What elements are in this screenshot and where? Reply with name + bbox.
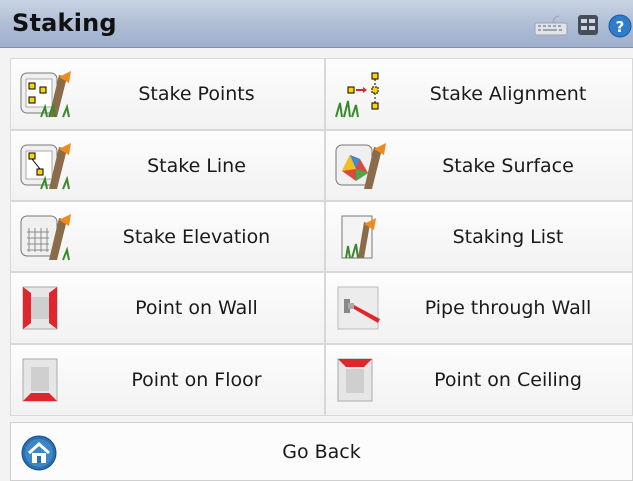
point-on-floor-button[interactable]: Point on Floor xyxy=(10,344,325,416)
point-on-wall-label: Point on Wall xyxy=(135,297,258,319)
staking-list-icon xyxy=(341,215,376,259)
stake-surface-button[interactable]: Stake Surface xyxy=(325,130,633,201)
go-back-label: Go Back xyxy=(282,440,361,463)
point-on-ceiling-icon xyxy=(337,358,373,402)
stake-points-button[interactable]: Stake Points xyxy=(10,58,325,130)
stake-elevation-button[interactable]: Stake Elevation xyxy=(10,201,325,272)
stake-elevation-icon xyxy=(20,214,71,261)
stake-alignment-button[interactable]: Stake Alignment xyxy=(325,58,633,130)
stake-points-label: Stake Points xyxy=(138,83,255,105)
stake-points-icon xyxy=(20,71,71,118)
stake-alignment-label: Stake Alignment xyxy=(429,83,587,105)
layout-icon[interactable] xyxy=(577,14,599,36)
point-on-floor-icon xyxy=(22,358,58,402)
staking-list-button[interactable]: Staking List xyxy=(325,201,633,272)
window-title: Staking xyxy=(12,9,117,37)
svg-text:?: ? xyxy=(616,18,625,36)
stake-line-icon xyxy=(20,143,71,190)
pipe-through-wall-button[interactable]: Pipe through Wall xyxy=(325,272,633,344)
title-bar: Staking ? xyxy=(0,0,633,48)
point-on-floor-label: Point on Floor xyxy=(131,369,262,391)
stake-surface-label: Stake Surface xyxy=(442,154,574,177)
stake-line-label: Stake Line xyxy=(147,154,246,177)
toolbar-icons: ? xyxy=(533,14,633,38)
stake-alignment-icon xyxy=(335,72,379,118)
pipe-through-wall-label: Pipe through Wall xyxy=(424,297,592,319)
stake-line-button[interactable]: Stake Line xyxy=(10,130,325,201)
pipe-through-wall-icon xyxy=(337,286,380,330)
point-on-wall-button[interactable]: Point on Wall xyxy=(10,272,325,344)
point-on-ceiling-label: Point on Ceiling xyxy=(434,369,582,391)
help-icon[interactable]: ? xyxy=(607,14,633,38)
point-on-wall-icon xyxy=(22,286,58,330)
stake-surface-icon xyxy=(335,143,386,189)
staking-menu: Stake Points Stake Alignment Stake Line xyxy=(0,48,633,481)
keyboard-icon[interactable] xyxy=(533,14,569,36)
stake-elevation-label: Stake Elevation xyxy=(122,225,271,248)
staking-list-label: Staking List xyxy=(452,225,564,248)
point-on-ceiling-button[interactable]: Point on Ceiling xyxy=(325,344,633,416)
go-back-button[interactable]: Go Back xyxy=(10,422,633,481)
